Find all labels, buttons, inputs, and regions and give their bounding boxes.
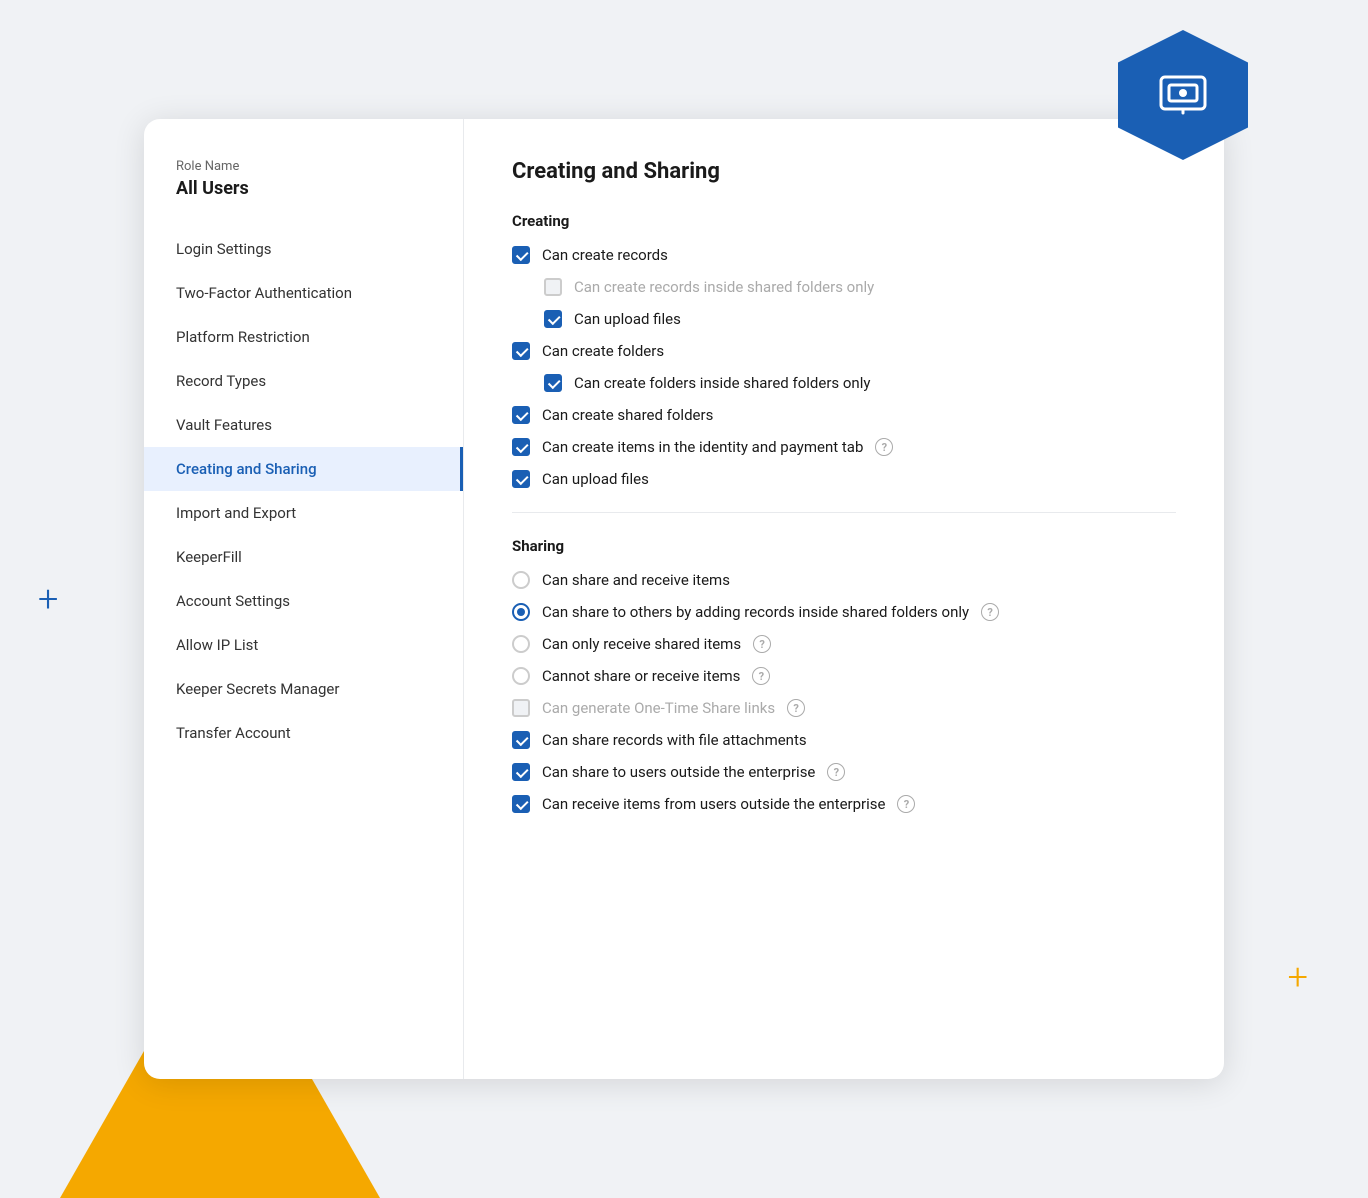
main-content-area: Creating and Sharing Creating Can create…	[464, 119, 1224, 1079]
can-create-folders-shared-only-item: Can create folders inside shared folders…	[544, 374, 1176, 392]
can-create-items-identity-payment-item: Can create items in the identity and pay…	[512, 438, 1176, 456]
can-create-items-identity-payment-label: Can create items in the identity and pay…	[542, 438, 863, 456]
can-share-others-shared-folders-radio[interactable]	[512, 603, 530, 621]
can-upload-files-sub-checkbox[interactable]	[544, 310, 562, 328]
sidebar-item-keeperfill[interactable]: KeeperFill	[144, 535, 463, 579]
can-share-receive-label: Can share and receive items	[542, 571, 730, 589]
role-name-label: Role Name	[144, 159, 463, 174]
can-share-records-file-attachments-item: Can share records with file attachments	[512, 731, 1176, 749]
can-create-shared-folders-item: Can create shared folders	[512, 406, 1176, 424]
can-only-receive-help-icon[interactable]: ?	[753, 635, 771, 653]
can-upload-files-sub-item: Can upload files	[544, 310, 1176, 328]
plus-right-decoration: +	[1288, 956, 1308, 998]
sidebar: Role Name All Users Login Settings Two-F…	[144, 119, 464, 1079]
can-receive-outside-enterprise-checkbox[interactable]	[512, 795, 530, 813]
can-generate-ots-links-checkbox[interactable]	[512, 699, 530, 717]
sidebar-item-account-settings[interactable]: Account Settings	[144, 579, 463, 623]
can-create-folders-item: Can create folders	[512, 342, 1176, 360]
can-share-receive-item: Can share and receive items	[512, 571, 1176, 589]
can-upload-files-sub-label: Can upload files	[574, 310, 681, 328]
sidebar-item-import-and-export[interactable]: Import and Export	[144, 491, 463, 535]
share-outside-enterprise-help-icon[interactable]: ?	[827, 763, 845, 781]
can-create-records-shared-only-label: Can create records inside shared folders…	[574, 278, 874, 296]
sidebar-item-transfer-account[interactable]: Transfer Account	[144, 711, 463, 755]
can-create-shared-folders-label: Can create shared folders	[542, 406, 713, 424]
can-create-shared-folders-checkbox[interactable]	[512, 406, 530, 424]
can-upload-files-item: Can upload files	[512, 470, 1176, 488]
can-create-records-checkbox[interactable]	[512, 246, 530, 264]
sidebar-item-keeper-secrets-manager[interactable]: Keeper Secrets Manager	[144, 667, 463, 711]
section-divider	[512, 512, 1176, 513]
role-name-value: All Users	[144, 178, 463, 199]
can-receive-outside-enterprise-item: Can receive items from users outside the…	[512, 795, 1176, 813]
can-upload-files-label: Can upload files	[542, 470, 649, 488]
sidebar-item-two-factor-auth[interactable]: Two-Factor Authentication	[144, 271, 463, 315]
can-create-folders-shared-only-label: Can create folders inside shared folders…	[574, 374, 870, 392]
can-upload-files-checkbox[interactable]	[512, 470, 530, 488]
can-create-records-shared-only-checkbox[interactable]	[544, 278, 562, 296]
identity-payment-help-icon[interactable]: ?	[875, 438, 893, 456]
can-create-folders-checkbox[interactable]	[512, 342, 530, 360]
sidebar-item-platform-restriction[interactable]: Platform Restriction	[144, 315, 463, 359]
page-title: Creating and Sharing	[512, 159, 1176, 184]
creating-section-title: Creating	[512, 212, 1176, 230]
sidebar-item-vault-features[interactable]: Vault Features	[144, 403, 463, 447]
can-share-outside-enterprise-label: Can share to users outside the enterpris…	[542, 763, 815, 781]
cannot-share-receive-item: Cannot share or receive items ?	[512, 667, 1176, 685]
can-create-records-item: Can create records	[512, 246, 1176, 264]
sidebar-item-record-types[interactable]: Record Types	[144, 359, 463, 403]
can-only-receive-item: Can only receive shared items ?	[512, 635, 1176, 653]
can-share-others-shared-folders-label: Can share to others by adding records in…	[542, 603, 969, 621]
cannot-share-receive-radio[interactable]	[512, 667, 530, 685]
can-receive-outside-enterprise-label: Can receive items from users outside the…	[542, 795, 885, 813]
main-card: Role Name All Users Login Settings Two-F…	[144, 119, 1224, 1079]
sharing-section-title: Sharing	[512, 537, 1176, 555]
cannot-share-receive-help-icon[interactable]: ?	[752, 667, 770, 685]
sidebar-item-allow-ip-list[interactable]: Allow IP List	[144, 623, 463, 667]
ots-links-help-icon[interactable]: ?	[787, 699, 805, 717]
can-create-records-label: Can create records	[542, 246, 668, 264]
sidebar-item-creating-and-sharing[interactable]: Creating and Sharing	[144, 447, 463, 491]
share-others-shared-folders-help-icon[interactable]: ?	[981, 603, 999, 621]
sidebar-item-login-settings[interactable]: Login Settings	[144, 227, 463, 271]
can-share-others-shared-folders-item: Can share to others by adding records in…	[512, 603, 1176, 621]
can-create-records-shared-only-item: Can create records inside shared folders…	[544, 278, 1176, 296]
can-share-records-file-attachments-label: Can share records with file attachments	[542, 731, 807, 749]
can-create-folders-label: Can create folders	[542, 342, 664, 360]
can-only-receive-radio[interactable]	[512, 635, 530, 653]
cannot-share-receive-label: Cannot share or receive items	[542, 667, 740, 685]
can-only-receive-label: Can only receive shared items	[542, 635, 741, 653]
can-generate-ots-links-item: Can generate One-Time Share links ?	[512, 699, 1176, 717]
can-share-outside-enterprise-checkbox[interactable]	[512, 763, 530, 781]
receive-outside-enterprise-help-icon[interactable]: ?	[897, 795, 915, 813]
can-create-folders-shared-only-checkbox[interactable]	[544, 374, 562, 392]
can-generate-ots-links-label: Can generate One-Time Share links	[542, 699, 775, 717]
can-create-items-identity-payment-checkbox[interactable]	[512, 438, 530, 456]
sidebar-nav: Login Settings Two-Factor Authentication…	[144, 227, 463, 755]
plus-left-decoration: +	[38, 578, 58, 620]
can-share-outside-enterprise-item: Can share to users outside the enterpris…	[512, 763, 1176, 781]
can-share-receive-radio[interactable]	[512, 571, 530, 589]
can-share-records-file-attachments-checkbox[interactable]	[512, 731, 530, 749]
